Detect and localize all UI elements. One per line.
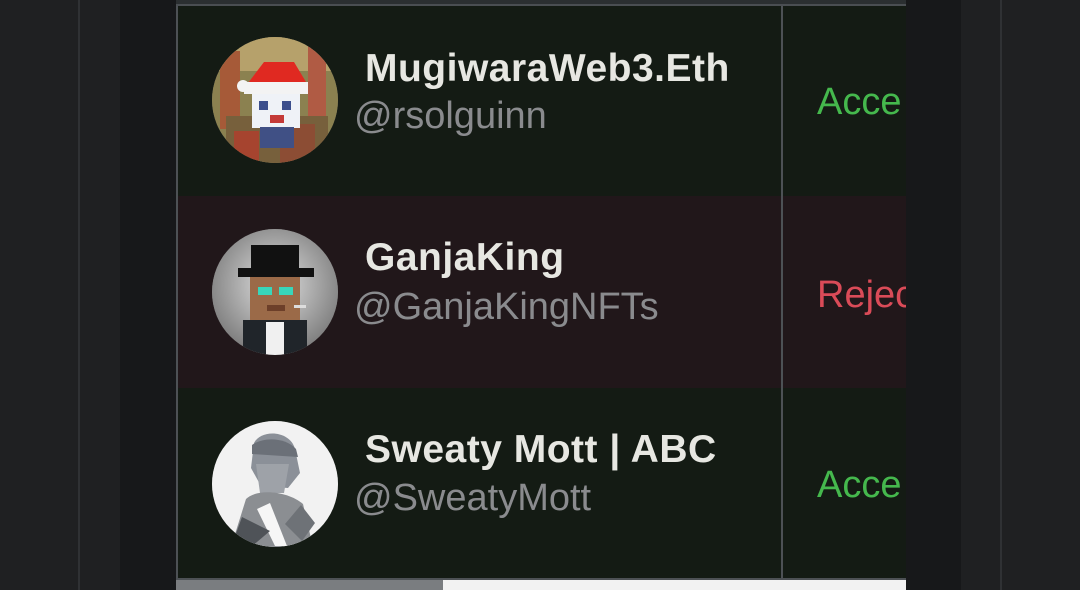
status-accepted: Acce xyxy=(817,81,902,123)
horizontal-scrollbar[interactable] xyxy=(176,580,906,590)
fedora-avatar-icon xyxy=(212,229,338,355)
column-divider xyxy=(781,196,783,388)
table-row[interactable]: Sweaty Mott | ABC @SweatyMott Acce xyxy=(176,388,906,580)
column-divider xyxy=(781,388,783,578)
left-frame-line xyxy=(78,0,80,590)
display-name: MugiwaraWeb3.Eth xyxy=(365,47,730,90)
right-frame-line xyxy=(1000,0,1002,590)
application-page: MugiwaraWeb3.Eth @rsolguinn Acce GanjaKi… xyxy=(0,0,1080,590)
santa-hat-avatar-icon xyxy=(212,37,338,163)
user-handle[interactable]: @rsolguinn xyxy=(354,95,547,138)
left-panel-gutter xyxy=(120,0,176,590)
right-panel-gutter xyxy=(905,0,961,590)
scrollbar-thumb[interactable] xyxy=(176,580,443,590)
display-name: Sweaty Mott | ABC xyxy=(365,428,717,471)
status-rejected: Rejec xyxy=(817,274,906,316)
column-divider xyxy=(781,6,783,196)
applications-table-viewport[interactable]: MugiwaraWeb3.Eth @rsolguinn Acce GanjaKi… xyxy=(176,0,906,590)
sketch-avatar-icon xyxy=(212,421,338,547)
status-accepted: Acce xyxy=(817,464,902,506)
table-row[interactable]: MugiwaraWeb3.Eth @rsolguinn Acce xyxy=(176,6,906,198)
table-row[interactable]: GanjaKing @GanjaKingNFTs Rejec xyxy=(176,196,906,390)
applications-table: MugiwaraWeb3.Eth @rsolguinn Acce GanjaKi… xyxy=(176,0,906,580)
user-handle[interactable]: @SweatyMott xyxy=(354,477,591,520)
user-handle[interactable]: @GanjaKingNFTs xyxy=(354,286,659,329)
display-name: GanjaKing xyxy=(365,236,565,279)
